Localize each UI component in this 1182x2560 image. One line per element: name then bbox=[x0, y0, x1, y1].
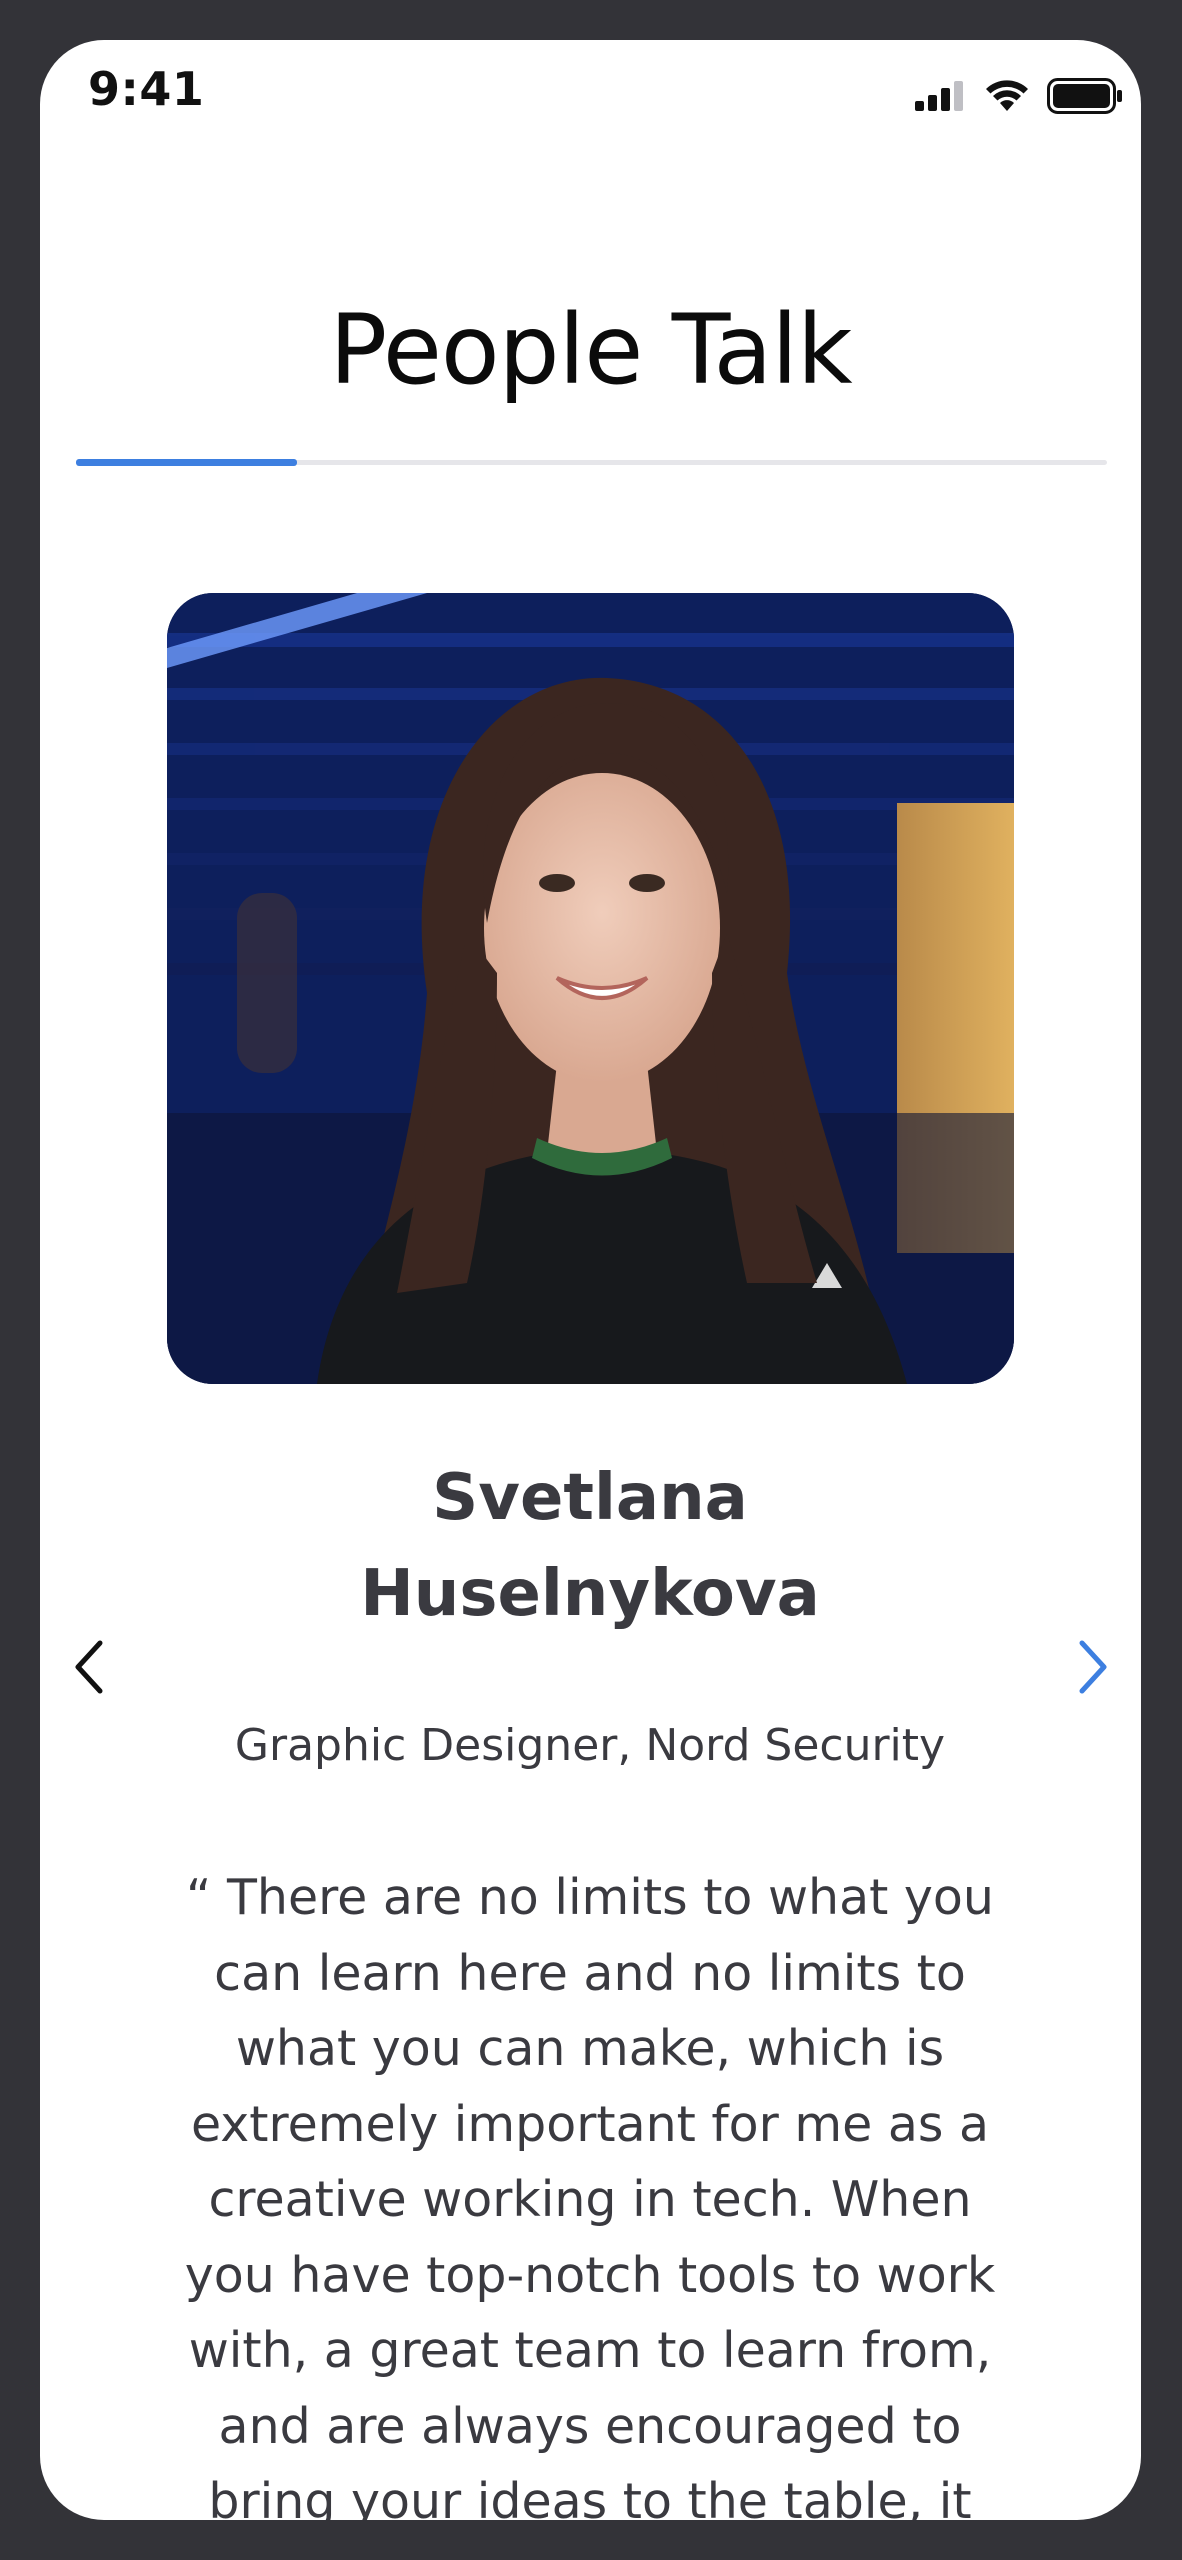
person-name-line: Svetlana bbox=[432, 1461, 748, 1535]
battery-icon bbox=[1047, 78, 1123, 118]
quote-line: you have top-notch tools to work bbox=[184, 2246, 996, 2304]
person-name: Svetlana Huselnykova bbox=[140, 1450, 1040, 1642]
carousel-progress bbox=[76, 459, 1107, 466]
quote-line: and are always encouraged to bbox=[218, 2397, 962, 2455]
wifi-icon bbox=[985, 80, 1029, 116]
chevron-right-icon bbox=[1079, 1640, 1107, 1694]
quote-line: extremely important for me as a bbox=[191, 2095, 989, 2153]
quote-line: with, a great team to learn from, bbox=[188, 2322, 992, 2379]
status-icons bbox=[915, 78, 1123, 118]
screen: 9:41 People Talk Svetlana Huselnykova Gr… bbox=[40, 40, 1141, 2520]
status-time: 9:41 bbox=[88, 62, 205, 116]
chevron-left-icon bbox=[75, 1640, 103, 1694]
testimonial-quote: “ There are no limits to what you can le… bbox=[160, 1860, 1020, 2520]
quote-line: can learn here and no limits to bbox=[214, 1944, 966, 2002]
quote-line: “ There are no limits to what you bbox=[186, 1869, 994, 1926]
cellular-signal-icon bbox=[915, 81, 967, 115]
quote-line: bring your ideas to the table, it bbox=[208, 2473, 972, 2520]
testimonial-photo bbox=[167, 593, 1014, 1384]
next-button[interactable] bbox=[1062, 1632, 1122, 1702]
previous-button[interactable] bbox=[60, 1632, 120, 1702]
person-role: Graphic Designer, Nord Security bbox=[234, 1720, 946, 1771]
phone-frame: 9:41 People Talk Svetlana Huselnykova Gr… bbox=[0, 0, 1182, 2560]
carousel-progress-fill bbox=[76, 459, 297, 466]
status-bar: 9:41 bbox=[40, 40, 1141, 150]
quote-line: creative working in tech. When bbox=[208, 2171, 972, 2228]
quote-line: what you can make, which is bbox=[235, 2020, 945, 2077]
page-title: People Talk bbox=[329, 294, 852, 407]
person-name-line: Huselnykova bbox=[360, 1557, 820, 1631]
